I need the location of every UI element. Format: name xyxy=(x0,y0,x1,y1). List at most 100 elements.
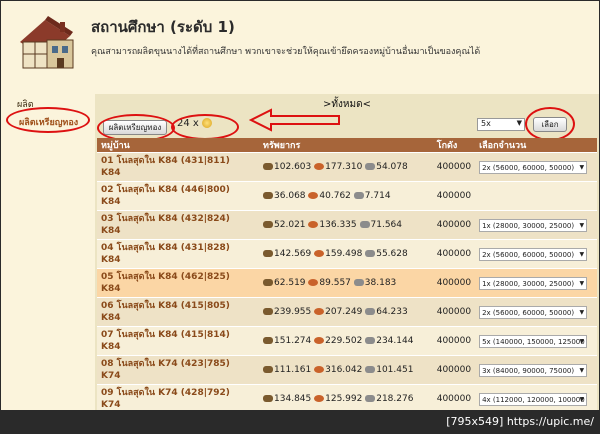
storage-cell: 400000 xyxy=(432,181,476,211)
resources-cell: 134.845 125.992 218.276 xyxy=(259,384,433,410)
village-link[interactable]: 03 โนลสุดใน K84 (432|824) K84 xyxy=(97,210,260,240)
storage-cell: 400000 xyxy=(432,210,476,240)
footer-text: [795x549] https://upic.me/ xyxy=(446,415,594,428)
village-link[interactable]: 09 โนลสุดใน K74 (428|792) K74 xyxy=(97,384,260,410)
resources-cell: 151.274 229.502 234.144 xyxy=(259,326,433,356)
wood-icon xyxy=(263,395,274,402)
wood-icon xyxy=(263,366,274,373)
iron-icon xyxy=(365,308,376,315)
table-header-row: หมู่บ้าน ทรัพยากร โกดัง เลือกจำนวน xyxy=(97,138,597,153)
amount-cell: 1x (28000, 30000, 25000) ▼ xyxy=(475,268,597,298)
clay-icon xyxy=(308,279,319,286)
amount-select[interactable]: 5x (140000, 150000, 125000 ▼ xyxy=(479,334,588,348)
resources-cell: 36.068 40.762 7.714 xyxy=(259,181,433,211)
table-row: 04 โนลสุดใน K84 (431|828) K84 142.569 159… xyxy=(97,239,597,269)
resources-cell: 142.569 159.498 55.628 xyxy=(259,239,433,269)
village-link[interactable]: 06 โนลสุดใน K84 (415|805) K84 xyxy=(97,297,260,327)
amount-cell: 2x (56000, 60000, 50000) ▼ xyxy=(475,297,597,327)
chevron-down-icon: ▼ xyxy=(579,163,585,171)
wood-icon xyxy=(263,308,274,315)
resources-cell: 102.603 177.310 54.078 xyxy=(259,152,433,182)
amount-select[interactable]: 1x (28000, 30000, 25000) ▼ xyxy=(479,276,588,290)
amount-cell: 4x (112000, 120000, 100000 ▼ xyxy=(475,384,597,410)
iron-icon xyxy=(353,192,364,199)
chevron-down-icon: ▼ xyxy=(579,337,585,345)
storage-cell: 400000 xyxy=(432,239,476,269)
column-header-resources[interactable]: ทรัพยากร xyxy=(259,138,433,153)
iron-icon xyxy=(365,366,376,373)
iron-icon xyxy=(353,279,364,286)
header: สถานศึกษา (ระดับ 1) คุณสามารถผลิตขุนนางไ… xyxy=(1,1,599,89)
table-row: 03 โนลสุดใน K84 (432|824) K84 52.021 136.… xyxy=(97,210,597,240)
amount-select[interactable]: 2x (56000, 60000, 50000) ▼ xyxy=(479,247,588,261)
village-link[interactable]: 07 โนลสุดใน K84 (415|814) K84 xyxy=(97,326,260,356)
clay-icon xyxy=(314,395,325,402)
resources-cell: 111.161 316.042 101.451 xyxy=(259,355,433,385)
chevron-down-icon: ▼ xyxy=(579,221,585,229)
amount-cell: 2x (56000, 60000, 50000) ▼ xyxy=(475,152,597,182)
chevron-down-icon: ▼ xyxy=(579,279,585,287)
academy-window: สถานศึกษา (ระดับ 1) คุณสามารถผลิตขุนนางไ… xyxy=(1,1,599,410)
amount-select[interactable]: 2x (56000, 60000, 50000) ▼ xyxy=(479,305,588,319)
page-description: คุณสามารถผลิตขุนนางได้ที่สถานศึกษา พวกเข… xyxy=(91,47,481,57)
chevron-down-icon: ▼ xyxy=(579,250,585,258)
village-link[interactable]: 08 โนลสุดใน K74 (423|785) K74 xyxy=(97,355,260,385)
table-row: 08 โนลสุดใน K74 (423|785) K74 111.161 316… xyxy=(97,355,597,385)
village-link[interactable]: 05 โนลสุดใน K84 (462|825) K84 xyxy=(97,268,260,298)
table-row: 09 โนลสุดใน K74 (428|792) K74 134.845 125… xyxy=(97,384,597,410)
table-row: 06 โนลสุดใน K84 (415|805) K84 239.955 207… xyxy=(97,297,597,327)
amount-select[interactable]: 3x (84000, 90000, 75000) ▼ xyxy=(479,363,588,377)
amount-select[interactable]: 2x (56000, 60000, 50000) ▼ xyxy=(479,160,588,174)
village-table: หมู่บ้าน ทรัพยากร โกดัง เลือกจำนวน 01 โน… xyxy=(97,138,597,410)
village-link[interactable]: 02 โนลสุดใน K84 (446|800) K84 xyxy=(97,181,260,211)
amount-cell: 5x (140000, 150000, 125000 ▼ xyxy=(475,326,597,356)
clay-icon xyxy=(308,221,319,228)
village-link[interactable]: 01 โนลสุดใน K84 (431|811) K84 xyxy=(97,152,260,182)
storage-cell: 400000 xyxy=(432,268,476,298)
annotation-circle xyxy=(171,114,239,140)
wood-icon xyxy=(263,337,274,344)
chevron-down-icon: ▼ xyxy=(579,308,585,316)
wood-icon xyxy=(263,221,274,228)
table-row: 02 โนลสุดใน K84 (446|800) K84 36.068 40.7… xyxy=(97,181,597,211)
iron-icon xyxy=(365,163,376,170)
resources-cell: 52.021 136.335 71.564 xyxy=(259,210,433,240)
amount-cell: 3x (84000, 90000, 75000) ▼ xyxy=(475,355,597,385)
annotation-circle xyxy=(6,107,90,133)
table-row-highlighted: 05 โนลสุดใน K84 (462|825) K84 62.519 89.5… xyxy=(97,268,597,298)
column-header-storage[interactable]: โกดัง xyxy=(432,138,476,153)
storage-cell: 400000 xyxy=(432,326,476,356)
image-host-footer: [795x549] https://upic.me/ xyxy=(0,411,600,434)
wood-icon xyxy=(263,163,274,170)
sidebar: ผลิต ผลิตเหรียญทอง xyxy=(1,89,93,410)
amount-cell xyxy=(475,181,597,211)
clay-icon xyxy=(314,250,325,257)
iron-icon xyxy=(359,221,370,228)
wood-icon xyxy=(263,250,274,257)
resources-cell: 62.519 89.557 38.183 xyxy=(259,268,433,298)
storage-cell: 400000 xyxy=(432,384,476,410)
annotation-circle xyxy=(525,107,575,141)
storage-cell: 400000 xyxy=(432,152,476,182)
main-panel: >ทั้งหมด< ผลิตเหรียญทอง 24 x 5x ▼ เลือก … xyxy=(95,94,599,410)
table-row: 07 โนลสุดใน K84 (415|814) K84 151.274 229… xyxy=(97,326,597,356)
iron-icon xyxy=(365,250,376,257)
amount-select[interactable]: 4x (112000, 120000, 100000 ▼ xyxy=(479,392,588,406)
iron-icon xyxy=(365,395,376,402)
storage-cell: 400000 xyxy=(432,297,476,327)
quantity-select[interactable]: 5x ▼ xyxy=(477,118,525,131)
table-row: 01 โนลสุดใน K84 (431|811) K84 102.603 177… xyxy=(97,152,597,182)
column-header-select-amount: เลือกจำนวน xyxy=(475,138,597,153)
village-link[interactable]: 04 โนลสุดใน K84 (431|828) K84 xyxy=(97,239,260,269)
clay-icon xyxy=(314,366,325,373)
amount-cell: 1x (28000, 30000, 25000) ▼ xyxy=(475,210,597,240)
storage-cell: 400000 xyxy=(432,355,476,385)
chevron-down-icon: ▼ xyxy=(579,395,585,403)
column-header-village[interactable]: หมู่บ้าน xyxy=(97,138,260,153)
filter-heading[interactable]: >ทั้งหมด< xyxy=(95,97,599,112)
resources-cell: 239.955 207.249 64.233 xyxy=(259,297,433,327)
iron-icon xyxy=(365,337,376,344)
clay-icon xyxy=(314,163,325,170)
academy-building-icon xyxy=(20,16,74,69)
amount-select[interactable]: 1x (28000, 30000, 25000) ▼ xyxy=(479,218,588,232)
